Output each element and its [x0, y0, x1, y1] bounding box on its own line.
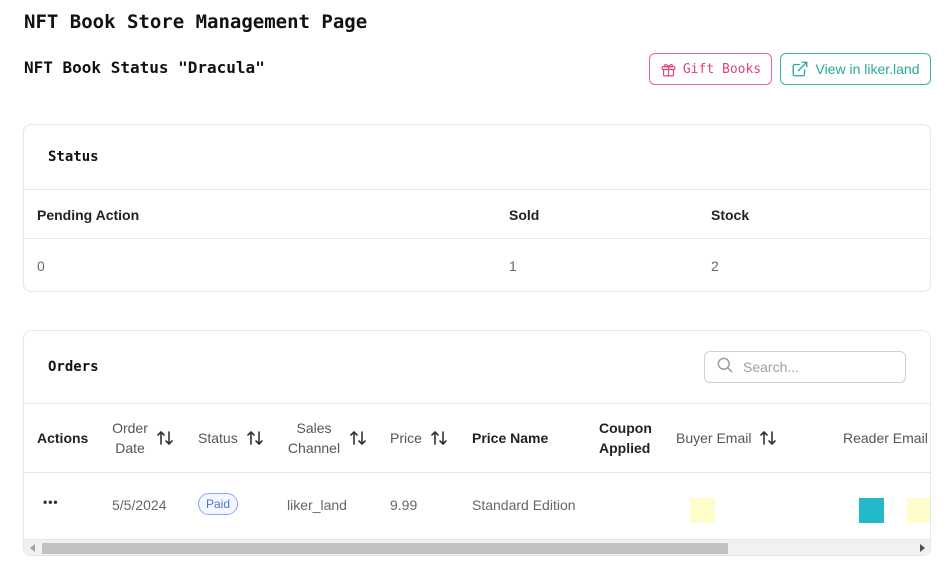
reader-email-redacted [907, 498, 930, 523]
gift-books-button[interactable]: Gift Books [649, 53, 772, 85]
column-header-pending-action: Pending Action [37, 207, 140, 223]
gift-icon [660, 61, 677, 78]
order-date-cell: 5/5/2024 [112, 497, 167, 513]
column-header-price-label: Price [390, 430, 422, 446]
gift-books-label: Gift Books [682, 61, 762, 77]
more-horizontal-icon[interactable]: ••• [43, 495, 59, 509]
column-header-coupon-applied: Coupon Applied [599, 418, 653, 458]
column-header-reader-email[interactable]: Reader Email [843, 428, 928, 448]
sort-arrows-icon[interactable] [246, 429, 264, 447]
column-header-status[interactable]: Status [198, 428, 264, 448]
status-card-header: Status [48, 149, 99, 165]
orders-card-header: Orders [48, 359, 99, 375]
sales-channel-cell: liker_land [287, 497, 347, 513]
column-header-status-label: Status [198, 430, 238, 446]
scroll-right-icon[interactable] [920, 544, 925, 552]
column-header-price-name-label: Price Name [472, 430, 549, 446]
column-header-sales-channel[interactable]: Sales Channel [287, 418, 367, 458]
scroll-left-icon[interactable] [30, 544, 35, 552]
sold-value: 1 [509, 258, 517, 274]
view-in-liker-land-button[interactable]: View in liker.land [780, 53, 931, 85]
column-header-price[interactable]: Price [390, 428, 448, 448]
status-badge: Paid [198, 493, 239, 515]
column-header-sales-channel-label: Sales Channel [287, 420, 341, 456]
stock-value: 2 [711, 258, 719, 274]
column-header-actions: Actions [37, 428, 88, 448]
column-header-price-name: Price Name [472, 428, 548, 448]
status-card: Status Pending Action Sold Stock 0 1 2 [23, 124, 931, 292]
column-header-stock: Stock [711, 207, 750, 223]
price-name-cell: Standard Edition [472, 497, 576, 513]
orders-card: Orders Actions Order Date Status [23, 330, 931, 556]
column-header-reader-email-label: Reader Email [843, 430, 928, 446]
pending-action-value: 0 [37, 258, 45, 274]
divider [24, 238, 930, 239]
column-header-buyer-email[interactable]: Buyer Email [676, 428, 777, 448]
column-header-coupon-applied-label: Coupon Applied [599, 420, 652, 456]
sort-arrows-icon[interactable] [156, 429, 174, 447]
column-header-order-date-label: Order Date [112, 420, 148, 456]
search-input[interactable] [743, 359, 893, 375]
column-header-sold: Sold [509, 207, 540, 223]
view-in-liker-land-label: View in liker.land [815, 61, 920, 77]
search-icon [715, 355, 735, 380]
sort-arrows-icon[interactable] [759, 429, 777, 447]
scrollbar-thumb[interactable] [42, 543, 728, 554]
divider [24, 403, 930, 404]
column-header-buyer-email-label: Buyer Email [676, 430, 752, 446]
page-title: NFT Book Store Management Page [24, 11, 368, 33]
external-link-icon [791, 60, 809, 78]
column-header-order-date[interactable]: Order Date [112, 418, 174, 458]
divider [24, 472, 930, 473]
price-cell: 9.99 [390, 497, 418, 513]
book-status-title: NFT Book Status "Dracula" [24, 58, 265, 77]
column-header-actions-label: Actions [37, 430, 89, 446]
sort-arrows-icon[interactable] [349, 429, 367, 447]
search-field[interactable] [704, 351, 906, 383]
divider [24, 189, 930, 190]
horizontal-scrollbar[interactable] [24, 539, 930, 555]
buyer-email-redacted [690, 498, 715, 523]
sort-arrows-icon[interactable] [430, 429, 448, 447]
reader-avatar [859, 498, 884, 523]
